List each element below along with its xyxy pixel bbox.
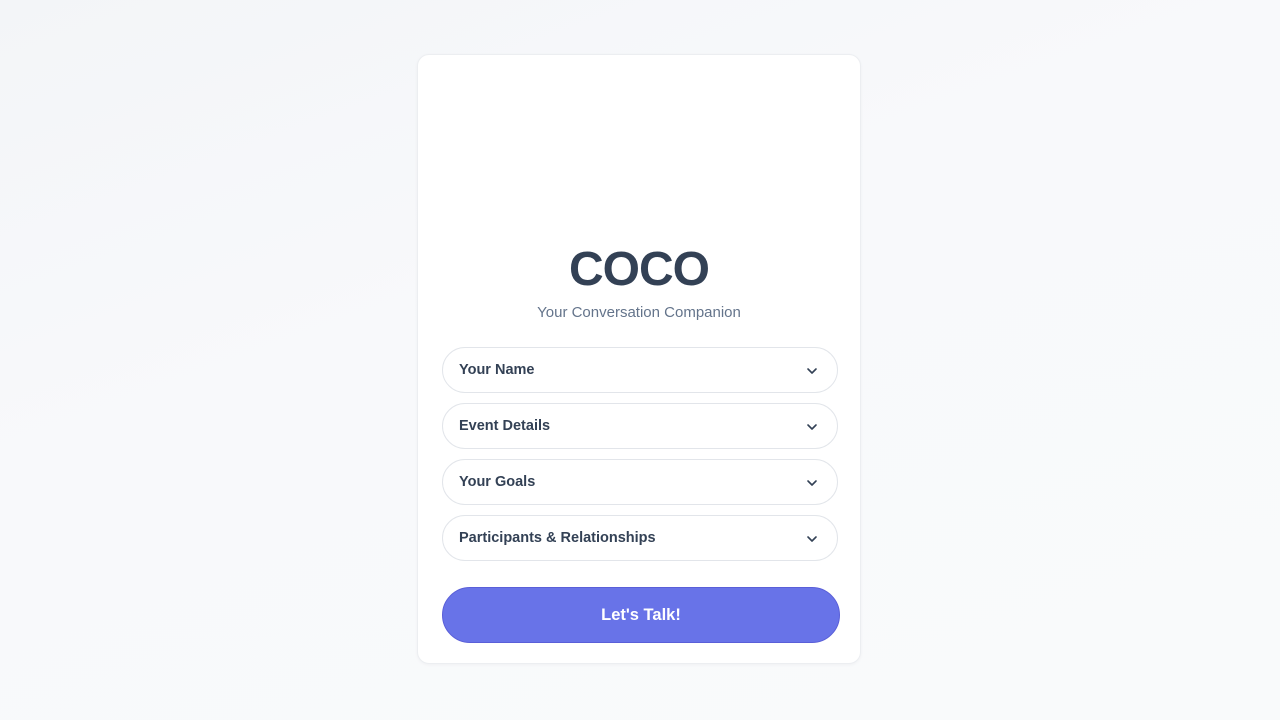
section-label: Event Details: [459, 418, 551, 434]
section-event-details[interactable]: Event Details: [442, 403, 838, 449]
section-participants-relationships[interactable]: Participants & Relationships: [442, 515, 838, 561]
setup-card: COCO Your Conversation Companion Your Na…: [417, 54, 861, 664]
chevron-down-icon: [807, 368, 817, 374]
lets-talk-button[interactable]: Let's Talk!: [442, 587, 840, 643]
logo-area: [418, 55, 860, 235]
app-title: COCO: [569, 243, 710, 296]
section-label: Your Name: [459, 362, 535, 378]
chevron-down-icon: [807, 424, 817, 430]
section-your-name[interactable]: Your Name: [442, 347, 838, 393]
section-your-goals[interactable]: Your Goals: [442, 459, 838, 505]
section-label: Participants & Relationships: [459, 530, 656, 546]
section-label: Your Goals: [459, 474, 536, 490]
chevron-down-icon: [807, 536, 817, 542]
app-subtitle: Your Conversation Companion: [537, 304, 741, 321]
chevron-down-icon: [807, 480, 817, 486]
